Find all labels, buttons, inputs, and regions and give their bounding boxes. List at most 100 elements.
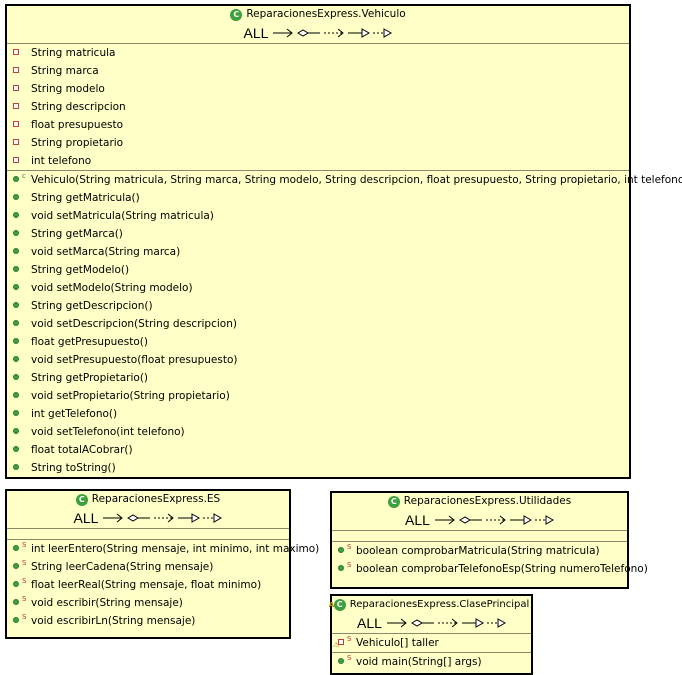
method-row[interactable]: String getMatricula() xyxy=(7,189,629,207)
filter-all-label: ALL xyxy=(405,512,430,528)
private-field-icon xyxy=(13,103,19,109)
public-method-icon xyxy=(13,599,19,605)
method-row[interactable]: Svoid escribirLn(String mensaje) xyxy=(7,612,289,630)
static-marker: S xyxy=(347,561,352,569)
public-method-icon xyxy=(13,320,19,326)
public-method-icon xyxy=(338,565,344,571)
private-field-icon xyxy=(338,639,344,645)
fields-section: ⚠ S Vehiculo[] taller xyxy=(332,633,531,652)
relationship-filter[interactable]: ALL xyxy=(332,510,627,530)
method-row[interactable]: void setMarca(String marca) xyxy=(7,243,629,261)
field-row[interactable]: String descripcion xyxy=(7,98,629,116)
class-title: ReparacionesExpress.ClasePrincipal xyxy=(349,599,530,610)
fields-section: String matricula String marca String mod… xyxy=(7,43,629,170)
private-field-icon xyxy=(13,139,19,145)
constructor-marker: c xyxy=(22,172,26,180)
field-row[interactable]: String propietario xyxy=(7,134,629,152)
filter-all-label: ALL xyxy=(243,25,269,41)
methods-section: Svoid main(String[] args) xyxy=(332,652,531,671)
public-method-icon xyxy=(13,617,19,623)
class-header: C ReparacionesExpress.ES ALL xyxy=(7,491,289,528)
method-row[interactable]: int getTelefono() xyxy=(7,405,629,423)
method-row[interactable]: void setMatricula(String matricula) xyxy=(7,207,629,225)
methods-section: c Vehiculo(String matricula, String marca… xyxy=(7,170,682,477)
field-row[interactable]: String modelo xyxy=(7,80,629,98)
relationship-arrows-icon xyxy=(273,28,393,38)
class-box-es[interactable]: C ReparacionesExpress.ES ALL Sint leerEn… xyxy=(5,489,319,639)
methods-section: Sint leerEntero(String mensaje, int mini… xyxy=(7,539,319,630)
fields-section xyxy=(332,530,627,541)
method-row[interactable]: Svoid escribir(String mensaje) xyxy=(7,594,289,612)
field-row[interactable]: int telefono xyxy=(7,152,629,170)
private-field-icon xyxy=(13,157,19,163)
method-row[interactable]: void setTelefono(int telefono) xyxy=(7,423,629,441)
method-row[interactable]: Sfloat leerReal(String mensaje, float mi… xyxy=(7,576,289,594)
static-marker: S xyxy=(22,577,27,585)
static-marker: S xyxy=(22,541,27,549)
class-box-utilidades[interactable]: C ReparacionesExpress.Utilidades ALL Sbo… xyxy=(330,491,648,589)
relationship-arrows-icon xyxy=(103,513,223,523)
public-method-icon xyxy=(13,563,19,569)
class-box-vehiculo[interactable]: C ReparacionesExpress.Vehiculo ALL Strin… xyxy=(5,4,682,479)
method-row[interactable]: String getMarca() xyxy=(7,225,629,243)
field-row[interactable]: String marca xyxy=(7,62,629,80)
public-method-icon xyxy=(338,658,344,664)
filter-all-label: ALL xyxy=(357,615,382,631)
public-method-icon xyxy=(13,212,19,218)
class-header: CA ReparacionesExpress.ClasePrincipal AL… xyxy=(328,596,531,633)
method-row[interactable]: void setPropietario(String propietario) xyxy=(7,387,629,405)
public-method-icon xyxy=(13,266,19,272)
public-method-icon xyxy=(13,356,19,362)
constructor-row[interactable]: c Vehiculo(String matricula, String marca… xyxy=(7,171,682,189)
class-title: ReparacionesExpress.Utilidades xyxy=(403,495,572,507)
public-method-icon xyxy=(13,374,19,380)
public-method-icon xyxy=(13,428,19,434)
static-marker: S xyxy=(347,543,352,551)
run-badge-icon: A xyxy=(328,600,335,609)
class-icon: C xyxy=(387,495,400,508)
method-row[interactable]: String getPropietario() xyxy=(7,369,629,387)
public-method-icon xyxy=(13,230,19,236)
method-row[interactable]: void setDescripcion(String descripcion) xyxy=(7,315,629,333)
static-marker: S xyxy=(22,613,27,621)
class-title: ReparacionesExpress.ES xyxy=(91,493,221,505)
method-row[interactable]: Sboolean comprobarTelefonoEsp(String num… xyxy=(332,560,648,578)
fields-section xyxy=(7,528,289,539)
method-row[interactable]: Sint leerEntero(String mensaje, int mini… xyxy=(7,540,319,558)
class-header: C ReparacionesExpress.Utilidades ALL xyxy=(332,493,627,530)
private-field-icon xyxy=(13,49,19,55)
relationship-filter[interactable]: ALL xyxy=(7,23,629,43)
method-row[interactable]: float totalACobrar() xyxy=(7,441,629,459)
private-field-icon xyxy=(13,85,19,91)
class-title: ReparacionesExpress.Vehiculo xyxy=(246,8,406,20)
method-row[interactable]: void setModelo(String modelo) xyxy=(7,279,629,297)
relationship-arrows-icon xyxy=(386,618,506,628)
public-method-icon xyxy=(338,547,344,553)
static-marker: S xyxy=(347,654,352,662)
class-box-claseprincipal[interactable]: CA ReparacionesExpress.ClasePrincipal AL… xyxy=(328,594,533,675)
field-row[interactable]: ⚠ S Vehiculo[] taller xyxy=(332,634,531,652)
filter-all-label: ALL xyxy=(73,510,99,526)
method-row[interactable]: String getDescripcion() xyxy=(7,297,629,315)
public-method-icon xyxy=(13,248,19,254)
method-row[interactable]: float getPresupuesto() xyxy=(7,333,629,351)
method-row[interactable]: void setPresupuesto(float presupuesto) xyxy=(7,351,629,369)
relationship-filter[interactable]: ALL xyxy=(332,613,531,633)
static-marker: S xyxy=(22,559,27,567)
public-method-icon xyxy=(13,446,19,452)
method-row[interactable]: Sboolean comprobarMatricula(String matri… xyxy=(332,542,627,560)
method-row[interactable]: String getModelo() xyxy=(7,261,629,279)
public-method-icon xyxy=(13,392,19,398)
class-header: C ReparacionesExpress.Vehiculo ALL xyxy=(7,6,629,43)
method-row[interactable]: Svoid main(String[] args) xyxy=(332,653,531,671)
field-row[interactable]: float presupuesto xyxy=(7,116,629,134)
public-method-icon xyxy=(13,302,19,308)
public-method-icon xyxy=(13,176,19,182)
relationship-filter[interactable]: ALL xyxy=(7,508,289,528)
field-row[interactable]: String matricula xyxy=(7,44,629,62)
method-row[interactable]: String toString() xyxy=(7,459,629,477)
method-row[interactable]: S String leerCadena(String mensaje) xyxy=(7,558,289,576)
public-method-icon xyxy=(13,464,19,470)
public-method-icon xyxy=(13,545,19,551)
methods-section: Sboolean comprobarMatricula(String matri… xyxy=(332,541,648,578)
